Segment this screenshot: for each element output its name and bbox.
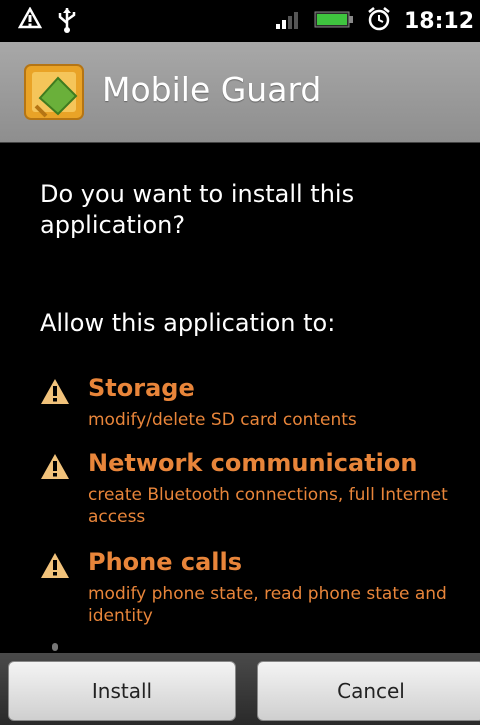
alarm-icon xyxy=(366,6,392,36)
permission-description: modify phone state, read phone state and… xyxy=(88,584,447,626)
alert-icon xyxy=(17,6,43,37)
battery-icon xyxy=(314,8,354,34)
warning-icon xyxy=(40,552,70,579)
status-bar: 18:12 xyxy=(0,0,480,42)
warning-icon xyxy=(40,453,70,480)
install-question: Do you want to install this application? xyxy=(40,180,355,239)
install-button[interactable]: Install xyxy=(8,661,236,721)
permission-title: Phone calls xyxy=(88,548,243,576)
scroll-indicator xyxy=(52,643,58,651)
cancel-button[interactable]: Cancel xyxy=(257,661,480,721)
usb-icon xyxy=(56,6,78,38)
permission-title: Network communication xyxy=(88,449,418,477)
allow-heading: Allow this application to: xyxy=(40,309,336,337)
permission-title: Storage xyxy=(88,374,195,402)
app-icon xyxy=(22,62,88,122)
title-bar: Mobile Guard xyxy=(0,42,480,143)
permission-description: modify/delete SD card contents xyxy=(88,410,357,430)
warning-icon xyxy=(40,378,70,405)
button-bar: Install Cancel xyxy=(0,653,480,725)
permission-description: create Bluetooth connections, full Inter… xyxy=(88,485,448,527)
signal-icon xyxy=(274,8,302,34)
status-clock: 18:12 xyxy=(403,8,474,34)
permission-list[interactable]: Do you want to install this application?… xyxy=(0,143,480,653)
app-title: Mobile Guard xyxy=(102,70,322,109)
